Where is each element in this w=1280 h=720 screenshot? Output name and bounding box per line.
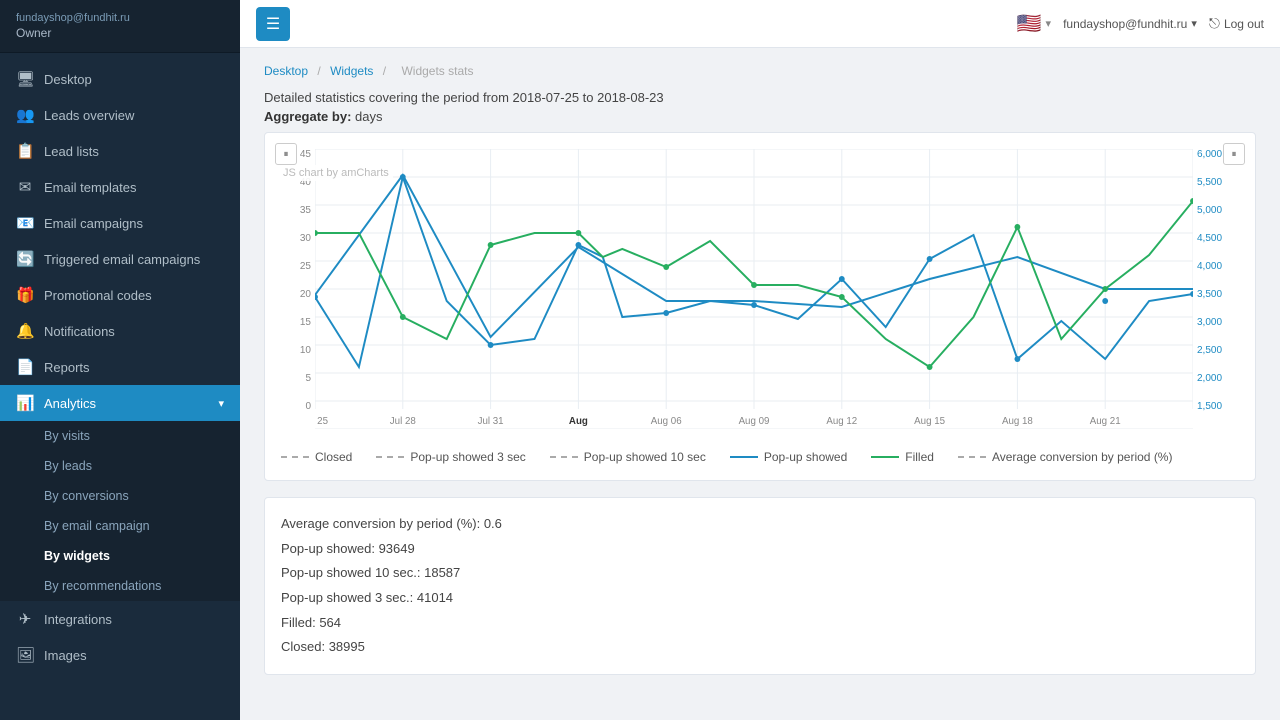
sidebar-sub-by-email-campaign[interactable]: By email campaign — [0, 511, 240, 541]
sidebar-label-integrations: Integrations — [44, 612, 224, 627]
sidebar-nav: 🖥 Desktop 👥 Leads overview 📋 Lead lists … — [0, 53, 240, 720]
sidebar-item-email-templates[interactable]: ✉ Email templates — [0, 169, 240, 205]
logout-button[interactable]: ⎋ Log out — [1209, 15, 1264, 32]
stats-section: Average conversion by period (%): 0.6 Po… — [264, 497, 1256, 675]
email-campaigns-icon: 📧 — [16, 214, 34, 232]
sidebar-label-reports: Reports — [44, 360, 224, 375]
stat-closed: Closed: 38995 — [281, 635, 1239, 660]
sidebar-header: fundayshop@fundhit.ru Owner — [0, 0, 240, 53]
breadcrumb-widgets[interactable]: Widgets — [330, 64, 373, 78]
language-selector[interactable]: 🇺🇸 ▾ — [1017, 11, 1051, 36]
svg-text:Aug 09: Aug 09 — [739, 416, 770, 427]
svg-text:Aug: Aug — [569, 416, 588, 427]
sidebar-item-integrations[interactable]: ✈ Integrations — [0, 601, 240, 637]
sidebar-label-leads-overview: Leads overview — [44, 108, 224, 123]
main-chart-svg: Jul 25 Jul 28 Jul 31 Aug Aug 06 Aug 09 A… — [315, 149, 1193, 429]
sidebar-label-triggered-email-campaigns: Triggered email campaigns — [44, 252, 224, 267]
svg-text:Jul 31: Jul 31 — [478, 416, 504, 427]
sidebar-item-email-campaigns[interactable]: 📧 Email campaigns — [0, 205, 240, 241]
sidebar-item-reports[interactable]: 📄 Reports — [0, 349, 240, 385]
aggregate-by: Aggregate by: days — [264, 109, 1256, 124]
chart-svg-area: Jul 25 Jul 28 Jul 31 Aug Aug 06 Aug 09 A… — [315, 149, 1193, 432]
svg-text:Jul 28: Jul 28 — [390, 416, 416, 427]
sidebar-item-triggered-email-campaigns[interactable]: 🔄 Triggered email campaigns — [0, 241, 240, 277]
sidebar-item-images[interactable]: 🖼 Images — [0, 637, 240, 673]
svg-text:Jul 25: Jul 25 — [315, 416, 328, 427]
legend-closed: Closed — [281, 450, 352, 464]
stat-filled: Filled: 564 — [281, 611, 1239, 636]
legend-popup-showed: Pop-up showed — [730, 450, 847, 464]
menu-button[interactable]: ☰ — [256, 7, 290, 41]
email-templates-icon: ✉ — [16, 178, 34, 196]
sidebar-item-desktop[interactable]: 🖥 Desktop — [0, 61, 240, 97]
sidebar-item-lead-lists[interactable]: 📋 Lead lists — [0, 133, 240, 169]
notifications-icon: 🔔 — [16, 322, 34, 340]
svg-text:Aug 12: Aug 12 — [826, 416, 857, 427]
sidebar-label-lead-lists: Lead lists — [44, 144, 224, 159]
sidebar-sub-by-widgets[interactable]: By widgets — [0, 541, 240, 571]
sidebar: fundayshop@fundhit.ru Owner 🖥 Desktop 👥 … — [0, 0, 240, 720]
chart-pause-left[interactable]: ⏸ — [275, 143, 297, 165]
svg-text:Aug 18: Aug 18 — [1002, 416, 1033, 427]
sidebar-label-notifications: Notifications — [44, 324, 224, 339]
images-icon: 🖼 — [16, 646, 34, 664]
sidebar-label-email-templates: Email templates — [44, 180, 224, 195]
desktop-icon: 🖥 — [16, 70, 34, 88]
svg-text:Aug 15: Aug 15 — [914, 416, 945, 427]
breadcrumb: Desktop / Widgets / Widgets stats — [264, 64, 1256, 78]
page-info: Detailed statistics covering the period … — [264, 90, 1256, 124]
sidebar-item-promotional-codes[interactable]: 🎁 Promotional codes — [0, 277, 240, 313]
sidebar-item-leads-overview[interactable]: 👥 Leads overview — [0, 97, 240, 133]
page-content-area: Desktop / Widgets / Widgets stats Detail… — [240, 48, 1280, 720]
sidebar-email: fundayshop@fundhit.ru — [16, 12, 224, 24]
sidebar-label-promotional-codes: Promotional codes — [44, 288, 224, 303]
stat-popup-10sec: Pop-up showed 10 sec.: 18587 — [281, 561, 1239, 586]
legend-popup-10sec: Pop-up showed 10 sec — [550, 450, 706, 464]
y-axis-right: 6,000 5,500 5,000 4,500 4,000 3,500 3,00… — [1193, 149, 1243, 432]
stat-popup-3sec: Pop-up showed 3 sec.: 41014 — [281, 586, 1239, 611]
integrations-icon: ✈ — [16, 610, 34, 628]
user-menu[interactable]: fundayshop@fundhit.ru ▾ — [1063, 17, 1197, 31]
sidebar-role: Owner — [16, 26, 224, 40]
legend-filled: Filled — [871, 450, 934, 464]
stat-avg-conversion: Average conversion by period (%): 0.6 — [281, 512, 1239, 537]
sidebar-label-desktop: Desktop — [44, 72, 224, 87]
sidebar-item-notifications[interactable]: 🔔 Notifications — [0, 313, 240, 349]
legend-avg-conversion: Average conversion by period (%) — [958, 450, 1173, 464]
analytics-icon: 📊 — [16, 394, 34, 412]
sidebar-sub-by-conversions[interactable]: By conversions — [0, 481, 240, 511]
sidebar-sub-by-leads[interactable]: By leads — [0, 451, 240, 481]
chart-container: ⏸ ⏸ JS chart by amCharts 45 40 35 30 25 … — [264, 132, 1256, 481]
chart-area: 45 40 35 30 25 20 15 10 5 0 — [277, 149, 1243, 432]
sidebar-sub-by-visits[interactable]: By visits — [0, 421, 240, 451]
lead-lists-icon: 📋 — [16, 142, 34, 160]
main-content: ☰ 🇺🇸 ▾ fundayshop@fundhit.ru ▾ ⎋ Log out… — [240, 0, 1280, 720]
sidebar-label-analytics: Analytics — [44, 396, 208, 411]
breadcrumb-desktop[interactable]: Desktop — [264, 64, 308, 78]
sidebar-label-email-campaigns: Email campaigns — [44, 216, 224, 231]
sidebar-item-analytics[interactable]: 📊 Analytics ▾ — [0, 385, 240, 421]
y-axis-left: 45 40 35 30 25 20 15 10 5 0 — [277, 149, 315, 432]
svg-text:Aug 06: Aug 06 — [651, 416, 682, 427]
sidebar-label-images: Images — [44, 648, 224, 663]
reports-icon: 📄 — [16, 358, 34, 376]
svg-text:Aug 21: Aug 21 — [1090, 416, 1121, 427]
period-text: Detailed statistics covering the period … — [264, 90, 1256, 105]
triggered-email-campaigns-icon: 🔄 — [16, 250, 34, 268]
breadcrumb-current: Widgets stats — [401, 64, 473, 78]
stat-popup-showed: Pop-up showed: 93649 — [281, 537, 1239, 562]
topbar: ☰ 🇺🇸 ▾ fundayshop@fundhit.ru ▾ ⎋ Log out — [240, 0, 1280, 48]
legend-popup-3sec: Pop-up showed 3 sec — [376, 450, 525, 464]
x-axis: Jul 25 Jul 28 Jul 31 Aug Aug 06 Aug 09 A… — [315, 416, 1121, 427]
promotional-codes-icon: 🎁 — [16, 286, 34, 304]
leads-overview-icon: 👥 — [16, 106, 34, 124]
chart-legend: Closed Pop-up showed 3 sec Pop-up showed… — [277, 442, 1243, 472]
sidebar-sub-by-recommendations[interactable]: By recommendations — [0, 571, 240, 601]
chart-pause-right[interactable]: ⏸ — [1223, 143, 1245, 165]
